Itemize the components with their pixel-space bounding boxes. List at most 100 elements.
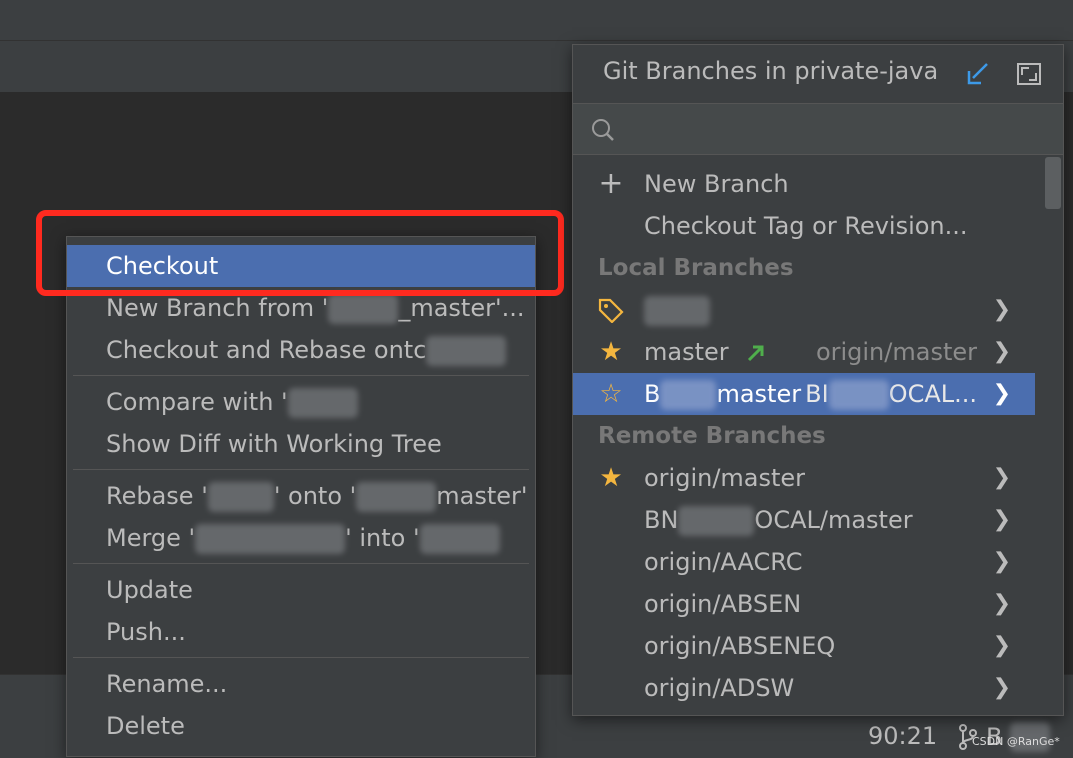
menu-item-update[interactable]: Update — [67, 569, 535, 611]
branch-name: origin/master — [644, 464, 806, 492]
menu-item-label: Rebase ' — [106, 482, 208, 510]
annotation-highlight — [36, 210, 564, 296]
remote-branch-item[interactable]: origin/AACRC ❯ — [573, 541, 1035, 583]
remote-branch-item[interactable]: ★ origin/master ❯ — [573, 457, 1035, 499]
pin-icon[interactable] — [965, 61, 991, 87]
star-filled-icon: ★ — [599, 337, 623, 367]
action-label: New Branch — [644, 170, 789, 198]
branch-name: origin/ADSW — [644, 674, 795, 702]
popup-title: Git Branches in private-java — [603, 57, 939, 85]
expand-icon[interactable] — [1017, 63, 1041, 85]
menu-item-label: Push... — [106, 618, 186, 646]
menu-item-label: Compare with ' — [106, 388, 288, 416]
branch-name-suffix: master — [716, 380, 802, 408]
tag-icon — [598, 298, 624, 323]
checkout-tag-action[interactable]: Checkout Tag or Revision... — [573, 205, 1035, 247]
tracking-branch-suffix: OCAL... — [888, 380, 977, 408]
branch-name-text: B — [644, 380, 661, 408]
star-filled-icon: ★ — [599, 463, 623, 493]
menu-item-label: Show Diff with Working Tree — [106, 430, 442, 458]
redacted-text — [356, 482, 437, 512]
local-branch-item-selected[interactable]: ☆ Bmaster BI OCAL... ❯ — [573, 373, 1035, 415]
menu-item-label: Merge ' — [106, 524, 196, 552]
chevron-right-icon: ❯ — [992, 633, 1011, 658]
menu-item-label: Checkout and Rebase ontc — [106, 336, 427, 364]
redacted-text — [660, 380, 717, 410]
tracking-branch: BI OCAL... — [805, 373, 977, 415]
menu-item-push[interactable]: Push... — [67, 611, 535, 653]
remote-branches-header: Remote Branches — [598, 423, 826, 449]
local-branch-item[interactable]: ★ master origin/master ❯ — [573, 331, 1035, 373]
chevron-right-icon: ❯ — [992, 507, 1011, 532]
menu-item-compare-with[interactable]: Compare with ' — [67, 381, 535, 423]
watermark: CSDN @RanGe* — [972, 735, 1060, 748]
redacted-text — [644, 296, 710, 326]
menu-item-show-diff[interactable]: Show Diff with Working Tree — [67, 423, 535, 465]
branch-search-bar — [573, 103, 1063, 155]
chevron-right-icon: ❯ — [992, 465, 1011, 490]
menu-item-label-mid: ' onto ' — [273, 482, 357, 510]
plus-icon: + — [598, 166, 624, 201]
tracking-branch: origin/master — [815, 338, 977, 366]
branch-name: origin/ABSENEQ — [644, 632, 836, 660]
redacted-text — [195, 524, 346, 554]
menu-separator — [73, 563, 529, 564]
menu-item-label: Update — [106, 576, 193, 604]
chevron-right-icon: ❯ — [992, 675, 1011, 700]
scrollbar[interactable] — [1043, 155, 1063, 715]
search-icon — [592, 119, 614, 141]
remote-branch-item[interactable]: BN OCAL/master ❯ — [573, 499, 1035, 541]
redacted-text — [828, 380, 889, 410]
branch-name — [644, 289, 710, 331]
menu-item-label-suffix: _master'... — [398, 294, 525, 322]
menu-separator — [73, 469, 529, 470]
new-branch-action[interactable]: + New Branch — [573, 163, 1035, 205]
redacted-text — [426, 336, 507, 366]
branch-name: master — [644, 331, 766, 373]
branch-name: BN OCAL/master — [644, 499, 913, 541]
menu-item-merge[interactable]: Merge ' ' into ' — [67, 517, 535, 559]
scrollbar-thumb[interactable] — [1045, 157, 1061, 209]
menu-item-label-mid: ' into ' — [345, 524, 420, 552]
menu-item-rename[interactable]: Rename... — [67, 663, 535, 705]
menu-item-rebase[interactable]: Rebase ' ' onto ' master' — [67, 475, 535, 517]
action-label: Checkout Tag or Revision... — [644, 212, 968, 240]
menu-item-checkout-and-rebase[interactable]: Checkout and Rebase ontc — [67, 329, 535, 371]
menu-item-label: Rename... — [106, 670, 228, 698]
redacted-text — [419, 524, 500, 554]
redacted-text — [328, 294, 399, 324]
redacted-text — [207, 482, 274, 512]
star-outline-icon: ☆ — [599, 379, 623, 409]
caret-position[interactable]: 90:21 — [868, 722, 937, 750]
branch-search-input[interactable] — [627, 114, 1051, 146]
local-branch-item[interactable]: ❯ — [573, 289, 1035, 331]
tracking-branch-text: BI — [805, 380, 829, 408]
menu-item-delete[interactable]: Delete — [67, 705, 535, 747]
redacted-text — [287, 388, 358, 418]
chevron-right-icon: ❯ — [992, 381, 1011, 406]
menu-item-label: New Branch from ' — [106, 294, 329, 322]
menu-separator — [73, 657, 529, 658]
remote-branch-item[interactable]: origin/ABSENEQ ❯ — [573, 625, 1035, 667]
chevron-right-icon: ❯ — [992, 339, 1011, 364]
branch-name: origin/ABSEN — [644, 590, 802, 618]
chevron-right-icon: ❯ — [992, 591, 1011, 616]
remote-branch-item[interactable]: origin/ABSEN ❯ — [573, 583, 1035, 625]
branch-name-text: master — [644, 338, 729, 366]
chevron-right-icon: ❯ — [992, 297, 1011, 322]
remote-branch-item[interactable]: origin/ADSW ❯ — [573, 667, 1035, 709]
title-bar — [0, 0, 1073, 40]
branch-name-suffix: OCAL/master — [754, 506, 913, 534]
branch-name: Bmaster — [644, 373, 801, 415]
outgoing-arrow-icon — [748, 345, 764, 362]
redacted-text — [678, 506, 755, 536]
branch-name-text: BN — [644, 506, 679, 534]
chevron-right-icon: ❯ — [992, 549, 1011, 574]
git-branches-popup: Git Branches in private-java + New Branc… — [572, 44, 1064, 716]
menu-item-label: Delete — [106, 712, 185, 740]
branch-context-menu: Checkout New Branch from ' _master'... Ch… — [66, 236, 536, 757]
branch-name: origin/AACRC — [644, 548, 803, 576]
menu-item-label-suffix: master' — [436, 482, 528, 510]
local-branches-header: Local Branches — [598, 255, 794, 281]
menu-separator — [73, 375, 529, 376]
